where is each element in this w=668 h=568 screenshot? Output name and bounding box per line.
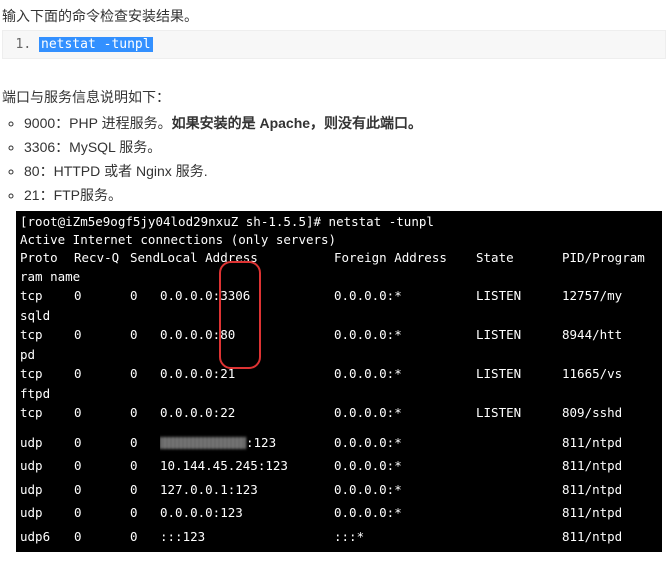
cell-local: :123 xyxy=(160,433,334,453)
port-desc: ：MySQL 服务。 xyxy=(55,139,161,155)
port-item: 9000：PHP 进程服务。如果安装的是 Apache，则没有此端口。 xyxy=(24,113,666,133)
hdr-pid: PID/Program xyxy=(562,248,662,267)
table-row: tcp000.0.0.0:220.0.0.0:*LISTEN809/sshd xyxy=(20,403,662,423)
hdr-foreign: Foreign Address xyxy=(334,248,476,267)
hdr-recvq: Recv-Q xyxy=(74,248,130,267)
port-number: 21 xyxy=(24,187,40,203)
table-row: udp600:::123:::*811/ntpd xyxy=(20,527,662,547)
table-row: tcp000.0.0.0:210.0.0.0:*LISTEN11665/vs xyxy=(20,364,662,384)
pid-wrap: ftpd xyxy=(20,384,662,404)
terminal-prompt-line: [root@iZm5e9ogf5jy04lod29nxuZ sh-1.5.5]#… xyxy=(20,213,658,231)
port-desc: ：PHP 进程服务。 xyxy=(55,115,171,131)
hdr-pid-wrap: ram name xyxy=(20,267,662,287)
port-number: 3306 xyxy=(24,139,55,155)
blurred-ip xyxy=(160,437,246,449)
terminal-output: [root@iZm5e9ogf5jy04lod29nxuZ sh-1.5.5]#… xyxy=(16,211,662,552)
hdr-state: State xyxy=(476,248,562,267)
table-row: tcp000.0.0.0:33060.0.0.0:*LISTEN12757/my xyxy=(20,286,662,306)
table-row: udp000.0.0.0:1230.0.0.0:*811/ntpd xyxy=(20,503,662,523)
terminal-active-line: Active Internet connections (only server… xyxy=(20,231,658,249)
cell-local: 0.0.0.0:22 xyxy=(160,403,334,423)
hdr-sendq: Send-Q xyxy=(130,248,160,267)
port-desc: ：HTTPD 或者 Nginx 服务. xyxy=(40,163,208,179)
port-item: 3306：MySQL 服务。 xyxy=(24,137,666,157)
section-title: 端口与服务信息说明如下： xyxy=(2,87,666,107)
cell-local: 0.0.0.0:3306 xyxy=(160,286,334,306)
cell-local: :::123 xyxy=(160,527,334,547)
port-list: 9000：PHP 进程服务。如果安装的是 Apache，则没有此端口。3306：… xyxy=(2,113,666,205)
port-item: 21：FTP服务。 xyxy=(24,185,666,205)
port-number: 80 xyxy=(24,163,40,179)
code-block: netstat -tunpl xyxy=(2,30,666,59)
port-desc: ：FTP服务。 xyxy=(40,187,122,203)
intro-text: 输入下面的命令检查安装结果。 xyxy=(2,6,666,26)
cmd-netstat[interactable]: netstat -tunpl xyxy=(39,37,153,52)
port-note: 如果安装的是 Apache，则没有此端口。 xyxy=(172,115,422,131)
table-row: udp00:1230.0.0.0:*811/ntpd xyxy=(20,433,662,453)
table-row: udp0010.144.45.245:1230.0.0.0:*811/ntpd xyxy=(20,456,662,476)
table-row: tcp000.0.0.0:800.0.0.0:*LISTEN8944/htt xyxy=(20,325,662,345)
netstat-table: ProtoRecv-QSend-QLocal AddressForeign Ad… xyxy=(20,248,662,546)
hdr-proto: Proto xyxy=(20,248,74,267)
cell-local: 127.0.0.1:123 xyxy=(160,480,334,500)
port-number: 9000 xyxy=(24,115,55,131)
pid-wrap: pd xyxy=(20,345,662,365)
hdr-local: Local Address xyxy=(160,248,334,267)
cell-local: 0.0.0.0:80 xyxy=(160,325,334,345)
cell-local: 0.0.0.0:21 xyxy=(160,364,334,384)
pid-wrap: sqld xyxy=(20,306,662,326)
table-row: udp00127.0.0.1:1230.0.0.0:*811/ntpd xyxy=(20,480,662,500)
cell-local: 0.0.0.0:123 xyxy=(160,503,334,523)
port-item: 80：HTTPD 或者 Nginx 服务. xyxy=(24,161,666,181)
cell-local: 10.144.45.245:123 xyxy=(160,456,334,476)
code-line: netstat -tunpl xyxy=(39,37,655,52)
